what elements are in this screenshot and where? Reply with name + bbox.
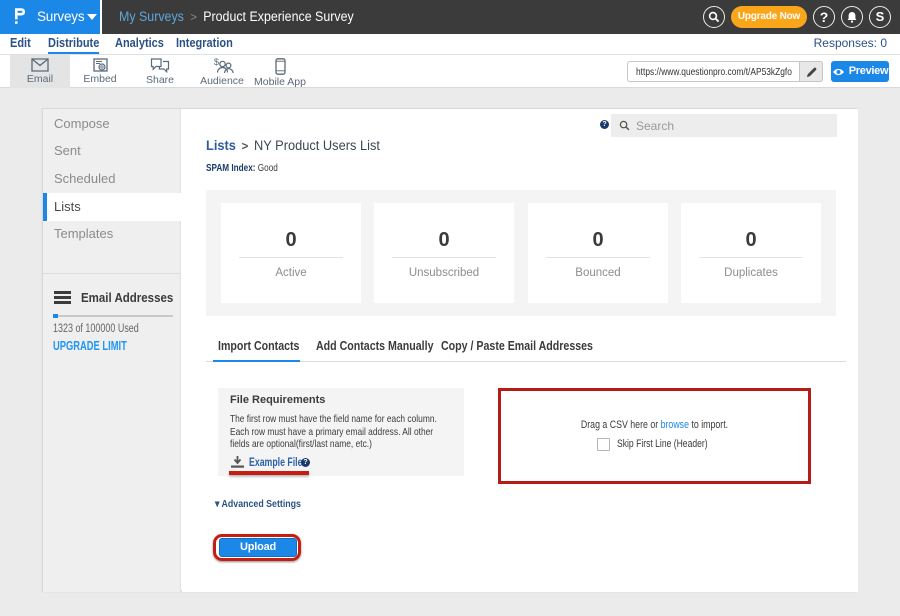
svg-text:$: $	[214, 58, 219, 67]
